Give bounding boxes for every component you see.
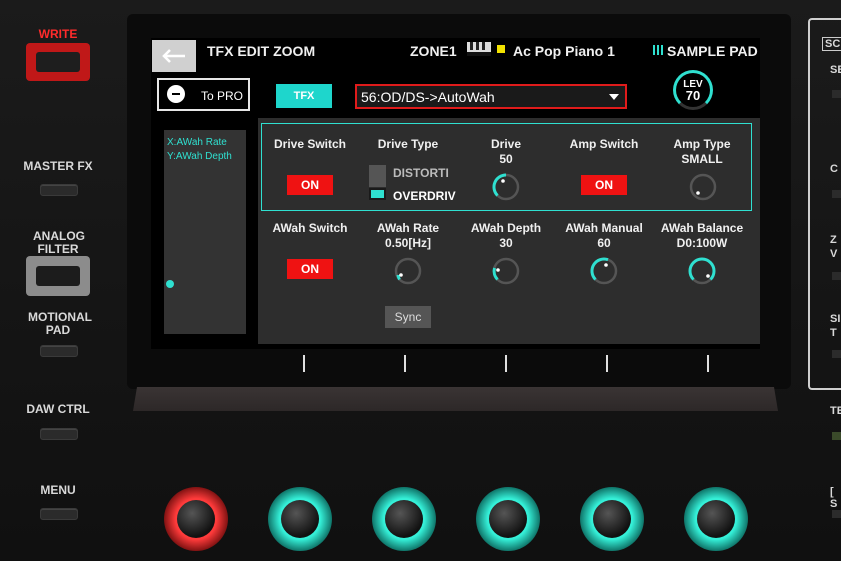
right-button-1[interactable] xyxy=(832,90,841,98)
awah-manual-label: AWah Manual xyxy=(565,221,643,235)
control-knob-3-cap xyxy=(385,500,423,538)
amp-type-knob[interactable] xyxy=(688,172,718,202)
awah-balance-knob[interactable] xyxy=(687,256,717,286)
zoom-out-icon xyxy=(167,85,185,103)
menu-button[interactable] xyxy=(40,508,78,520)
daw-ctrl-label: DAW CTRL xyxy=(26,402,90,416)
menu-label: MENU xyxy=(40,483,76,497)
daw-ctrl-button[interactable] xyxy=(40,428,78,440)
dropdown-arrow-icon xyxy=(609,94,619,100)
knob-marker-2 xyxy=(404,355,406,372)
awah-depth-value: 30 xyxy=(499,236,513,250)
drive-type-option-overdrive[interactable]: OVERDRIV xyxy=(393,189,456,203)
master-fx-label: MASTER FX xyxy=(23,159,93,173)
control-knob-5-cap xyxy=(593,500,631,538)
write-button-cap xyxy=(36,52,80,72)
knob-marker-4 xyxy=(606,355,608,372)
analog-filter-button[interactable] xyxy=(26,256,90,296)
control-knob-2[interactable] xyxy=(268,487,332,551)
knob-marker-3 xyxy=(505,355,507,372)
zone-color-badge xyxy=(497,45,505,53)
awah-rate-label: AWah Rate xyxy=(376,221,440,235)
page-title: TFX EDIT ZOOM xyxy=(207,43,316,59)
amp-switch-label: Amp Switch xyxy=(569,137,639,151)
right-button-5[interactable] xyxy=(832,432,841,440)
motional-pad-label: MOTIONAL PAD xyxy=(28,310,92,337)
control-knob-1[interactable] xyxy=(164,487,228,551)
right-button-3[interactable] xyxy=(832,272,841,280)
tfx-button[interactable]: TFX xyxy=(276,84,332,108)
right-label-6: SI xyxy=(830,313,841,325)
awah-rate-knob[interactable] xyxy=(393,256,423,286)
awah-balance-value: D0:100W xyxy=(676,236,728,250)
back-button[interactable] xyxy=(152,40,196,72)
sample-pad-grid-icon xyxy=(653,45,663,55)
awah-rate-value: 0.50[Hz] xyxy=(384,236,431,250)
back-arrow-icon xyxy=(162,49,185,63)
amp-type-label: Amp Type xyxy=(673,137,731,151)
tone-name[interactable]: Ac Pop Piano 1 xyxy=(513,43,615,59)
drive-knob[interactable] xyxy=(491,172,521,202)
right-label-4: Z xyxy=(830,234,837,246)
right-label-7: T xyxy=(830,327,837,339)
piano-keyboard-icon xyxy=(467,42,491,56)
control-knob-6-cap xyxy=(697,500,735,538)
amp-type-value: SMALL xyxy=(681,152,723,166)
knob-marker-1 xyxy=(303,355,305,372)
drive-type-option-box xyxy=(369,165,386,187)
write-label: WRITE xyxy=(38,27,78,41)
drive-type-option-distortion[interactable]: DISTORTI xyxy=(393,166,449,180)
drive-switch-label: Drive Switch xyxy=(273,137,347,151)
display-lower-strip xyxy=(133,387,778,411)
right-label-5: V xyxy=(830,248,838,260)
control-knob-3[interactable] xyxy=(372,487,436,551)
control-knob-4[interactable] xyxy=(476,487,540,551)
right-button-2[interactable] xyxy=(832,190,841,198)
drive-value: 50 xyxy=(499,152,513,166)
xy-x-assign: X:AWah Rate xyxy=(167,137,227,148)
analog-filter-label: ANALOG FILTER xyxy=(33,229,85,256)
awah-depth-label: AWah Depth xyxy=(470,221,542,235)
control-knob-6[interactable] xyxy=(684,487,748,551)
right-label-9: [ S xyxy=(830,486,838,510)
awah-switch-label: AWah Switch xyxy=(272,221,348,235)
effect-type-value: 56:OD/DS->AutoWah xyxy=(361,89,495,105)
awah-depth-knob[interactable] xyxy=(491,256,521,286)
control-knob-2-cap xyxy=(281,500,319,538)
awah-manual-knob[interactable] xyxy=(589,256,619,286)
to-pro-button[interactable]: To PRO xyxy=(157,78,250,111)
level-value: 70 xyxy=(685,88,701,103)
drive-label: Drive xyxy=(490,137,522,151)
control-knob-1-cap xyxy=(177,500,215,538)
write-button[interactable] xyxy=(26,43,90,81)
sample-pad-label[interactable]: SAMPLE PAD xyxy=(667,43,758,59)
motional-pad-button[interactable] xyxy=(40,345,78,357)
right-label-1: SC xyxy=(822,37,841,51)
xy-pad-cursor[interactable] xyxy=(166,280,174,288)
drive-type-label: Drive Type xyxy=(377,137,439,151)
level-knob[interactable]: LEV 70 xyxy=(673,70,713,110)
awah-switch-toggle[interactable]: ON xyxy=(287,259,333,279)
effect-type-select[interactable]: 56:OD/DS->AutoWah xyxy=(355,84,627,109)
control-knob-4-cap xyxy=(489,500,527,538)
sync-button[interactable]: Sync xyxy=(385,306,431,328)
right-label-3: C xyxy=(830,163,838,175)
drive-switch-toggle[interactable]: ON xyxy=(287,175,333,195)
control-knob-5[interactable] xyxy=(580,487,644,551)
amp-switch-toggle[interactable]: ON xyxy=(581,175,627,195)
awah-manual-value: 60 xyxy=(597,236,611,250)
right-label-2: SE xyxy=(830,64,841,76)
right-label-8: TE xyxy=(830,405,841,417)
analog-filter-button-cap xyxy=(36,266,80,286)
awah-balance-label: AWah Balance xyxy=(660,221,744,235)
master-fx-button[interactable] xyxy=(40,184,78,196)
zone-label: ZONE1 xyxy=(410,43,457,59)
right-button-4[interactable] xyxy=(832,350,841,358)
xy-y-assign: Y:AWah Depth xyxy=(167,151,232,162)
knob-marker-5 xyxy=(707,355,709,372)
right-button-6[interactable] xyxy=(832,510,841,518)
drive-type-selected-marker xyxy=(369,188,386,200)
to-pro-label: To PRO xyxy=(201,89,244,103)
